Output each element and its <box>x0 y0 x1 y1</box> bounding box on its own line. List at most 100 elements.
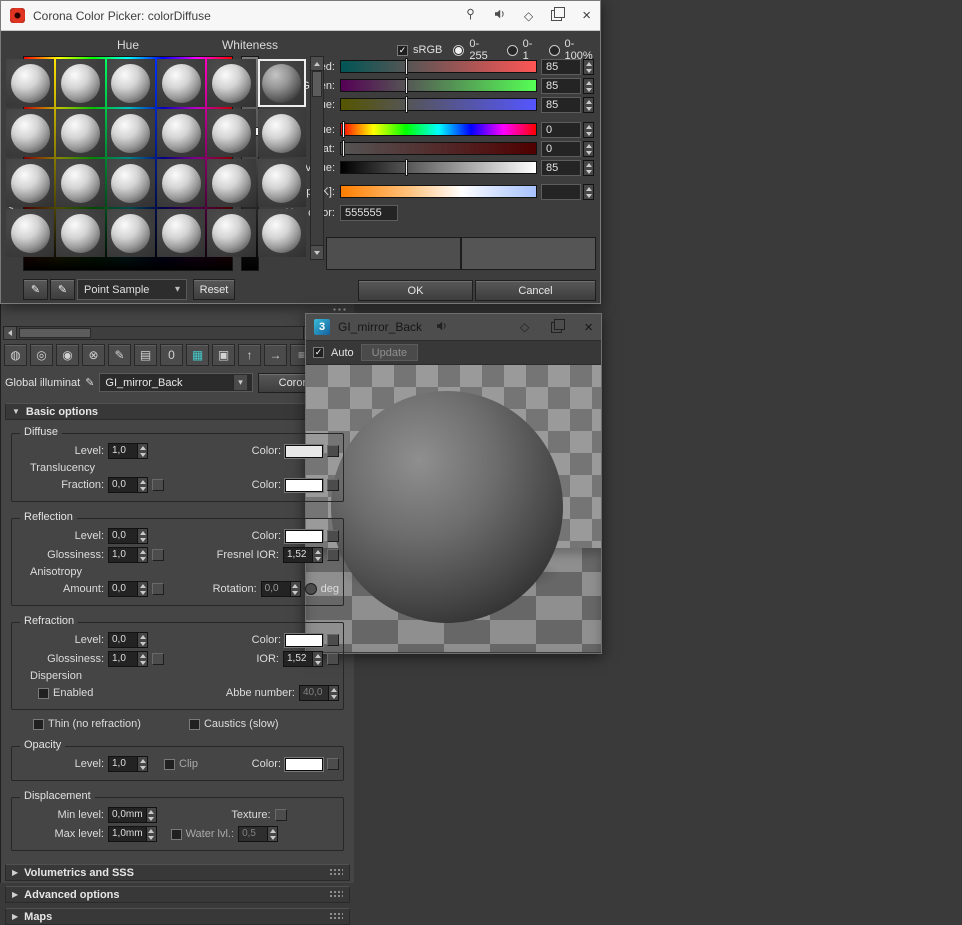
material-slot[interactable] <box>106 109 155 157</box>
reset-button[interactable]: Reset <box>193 279 235 300</box>
hue-slider[interactable] <box>340 121 537 138</box>
material-slot[interactable] <box>257 159 306 207</box>
close-icon[interactable]: × <box>582 7 591 24</box>
glossiness-map-button[interactable] <box>152 549 164 561</box>
material-slot[interactable] <box>156 109 206 157</box>
new-color-swatch[interactable] <box>461 237 596 270</box>
scroll-track[interactable] <box>17 326 303 340</box>
speaker-icon[interactable] <box>494 8 506 23</box>
slots-horizontal-scrollbar[interactable] <box>3 326 333 340</box>
dock-icon[interactable]: ◇ <box>520 320 529 334</box>
rotation-map-button[interactable] <box>304 583 317 595</box>
opacity-level-spinner[interactable]: 1,0 <box>108 756 148 772</box>
refraction-glossiness-spinner[interactable]: 1,0 <box>108 651 148 667</box>
green-value-field[interactable]: 85 <box>541 78 581 94</box>
material-slot[interactable] <box>6 109 55 157</box>
sat-value-field[interactable]: 0 <box>541 141 581 157</box>
reflection-glossiness-spinner[interactable]: 1,0 <box>108 547 148 563</box>
refraction-glossiness-map-button[interactable] <box>152 653 164 665</box>
opacity-color-swatch[interactable] <box>285 757 323 771</box>
send-to-window-icon[interactable] <box>551 7 566 21</box>
red-value-field[interactable]: 85 <box>541 59 581 75</box>
displacement-texture-button[interactable] <box>274 809 287 821</box>
ior-map-button[interactable] <box>327 653 339 665</box>
material-slot[interactable] <box>106 159 155 207</box>
hue-spinner[interactable] <box>583 122 594 138</box>
blue-spinner[interactable] <box>583 97 594 113</box>
anisotropy-amount-spinner[interactable]: 0,0 <box>108 581 148 597</box>
rollout-maps[interactable]: ▶ Maps <box>5 908 350 925</box>
blue-value-field[interactable]: 85 <box>541 97 581 113</box>
material-slot[interactable] <box>106 59 155 107</box>
render-window-titlebar[interactable]: 3 GI_mirror_Back ◇ × <box>306 314 601 340</box>
temp-spinner[interactable] <box>583 184 594 200</box>
material-slot[interactable] <box>257 109 306 157</box>
sat-slider[interactable] <box>340 140 537 157</box>
put-material-to-scene-icon[interactable]: ◎ <box>30 344 53 366</box>
scroll-left-icon[interactable] <box>3 326 17 340</box>
diffuse-color-swatch[interactable] <box>285 444 323 458</box>
close-icon[interactable]: × <box>584 319 593 336</box>
rollout-drag-handle[interactable] <box>329 868 343 877</box>
temp-slider[interactable] <box>340 185 537 198</box>
scroll-up-icon[interactable] <box>311 57 323 71</box>
slots-vertical-scrollbar[interactable] <box>310 56 324 260</box>
material-slot[interactable] <box>207 59 256 107</box>
red-spinner[interactable] <box>583 59 594 75</box>
range-0-255-radio[interactable] <box>453 44 465 56</box>
diffuse-color-map-button[interactable] <box>327 445 339 457</box>
material-slot[interactable] <box>156 59 206 107</box>
material-slot-selected[interactable] <box>257 59 306 107</box>
green-slider[interactable] <box>340 77 537 94</box>
min-level-spinner[interactable]: 0,0mm <box>108 807 157 823</box>
material-slot[interactable] <box>207 159 256 207</box>
scroll-down-icon[interactable] <box>311 245 323 259</box>
material-slot[interactable] <box>6 59 55 107</box>
material-slot[interactable] <box>156 159 206 207</box>
sat-spinner[interactable] <box>583 141 594 157</box>
screen-picker-button[interactable]: ✎ <box>50 279 75 300</box>
water-level-checkbox[interactable] <box>170 828 182 840</box>
range-0-1-radio[interactable] <box>506 44 518 56</box>
rollout-basic-options[interactable]: ▼ Basic options <box>5 403 350 420</box>
fresnel-ior-map-button[interactable] <box>327 549 339 561</box>
update-button[interactable]: Update <box>360 344 419 361</box>
red-slider[interactable] <box>340 58 537 75</box>
ior-spinner[interactable]: 1,52 <box>283 651 323 667</box>
reset-material-icon[interactable]: ⊗ <box>82 344 105 366</box>
pin-icon[interactable] <box>465 8 476 23</box>
rollout-drag-handle[interactable] <box>329 890 343 899</box>
color-picker-titlebar[interactable]: Corona Color Picker: colorDiffuse ◇ × <box>1 1 600 31</box>
auto-checkbox[interactable]: ✓ <box>313 347 324 358</box>
opacity-color-map-button[interactable] <box>327 758 339 770</box>
rollout-volumetrics[interactable]: ▶ Volumetrics and SSS <box>5 864 350 881</box>
material-slot[interactable] <box>207 109 256 157</box>
material-slot[interactable] <box>257 209 306 257</box>
refraction-level-spinner[interactable]: 0,0 <box>108 632 148 648</box>
caustics-checkbox[interactable] <box>188 718 200 730</box>
go-to-parent-icon[interactable]: ↑ <box>238 344 261 366</box>
rename-pencil-icon[interactable]: ✎ <box>85 376 94 389</box>
scroll-thumb[interactable] <box>312 71 322 97</box>
blue-slider[interactable] <box>340 96 537 113</box>
diffuse-level-spinner[interactable]: 1,0 <box>108 443 148 459</box>
speaker-icon[interactable] <box>436 320 448 335</box>
reflection-color-map-button[interactable] <box>327 530 339 542</box>
material-slot[interactable] <box>207 209 256 257</box>
ok-button[interactable]: OK <box>358 280 473 301</box>
translucency-color-swatch[interactable] <box>285 478 323 492</box>
material-slot[interactable] <box>106 209 155 257</box>
old-color-swatch[interactable] <box>326 237 461 270</box>
rollout-drag-handle[interactable] <box>329 912 343 921</box>
temp-value-field[interactable] <box>541 184 581 200</box>
show-material-in-viewport-icon[interactable]: ▦ <box>186 344 209 366</box>
reflection-level-spinner[interactable]: 0,0 <box>108 528 148 544</box>
send-to-window-icon[interactable] <box>551 318 566 333</box>
eyedropper-button[interactable]: ✎ <box>23 279 48 300</box>
hue-value-field[interactable]: 0 <box>541 122 581 138</box>
refraction-color-map-button[interactable] <box>327 634 339 646</box>
value-slider[interactable] <box>340 159 537 176</box>
material-slot[interactable] <box>56 109 105 157</box>
hex-input[interactable]: 555555 <box>340 205 398 221</box>
value-value-field[interactable]: 85 <box>541 160 581 176</box>
